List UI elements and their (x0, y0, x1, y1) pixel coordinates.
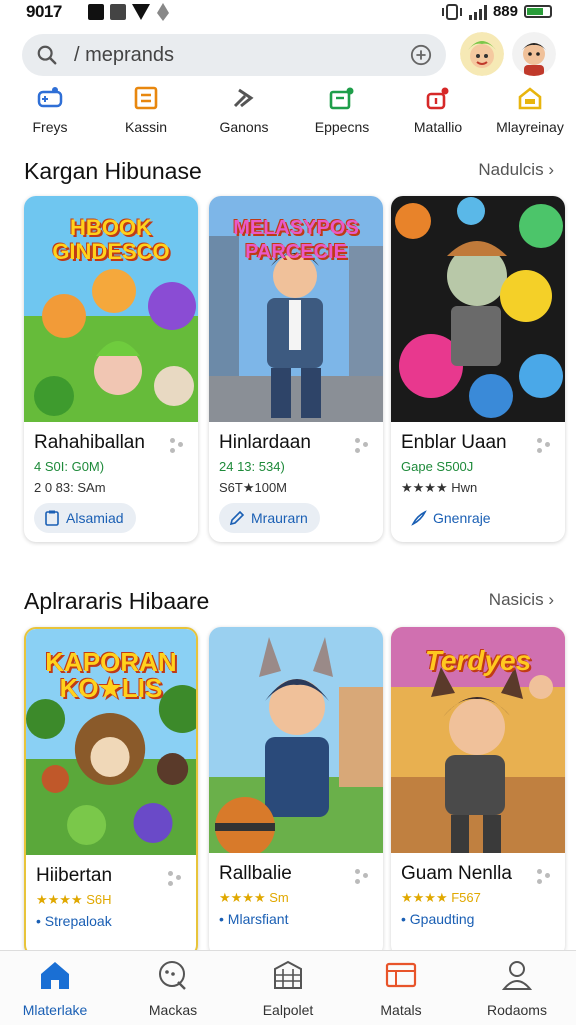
home-icon (518, 87, 542, 110)
game-tag: • Strepaloak (36, 913, 112, 929)
category-item[interactable]: Mlayreinay (482, 86, 576, 135)
wifi-icon (132, 4, 150, 20)
see-more-link[interactable]: Nadulcis › (478, 160, 554, 180)
game-tag: • Mlarsfiant (219, 911, 289, 927)
box-icon (134, 86, 158, 110)
search-input[interactable]: / meprands (74, 44, 174, 67)
more-options-icon[interactable] (168, 871, 182, 887)
battery-icon (524, 5, 552, 18)
game-meta: Gape S500J (401, 459, 474, 474)
section-title: Aplrararis Hibaare (24, 588, 210, 614)
game-meta: 24 13: 534) (219, 459, 285, 474)
search-icon (37, 45, 57, 65)
signal-icon (468, 4, 487, 20)
bottom-navigation: Mlaterlake Mackas Ealpolet Matals Rodaom… (0, 950, 576, 1025)
nav-item-grid[interactable]: Ealpolet (233, 959, 343, 1018)
section-title: Kargan Hibunase (24, 158, 202, 184)
nav-item-chat[interactable]: Mackas (118, 959, 228, 1018)
nav-item-profile[interactable]: Rodaoms (462, 959, 572, 1018)
status-right: 889 (441, 3, 552, 20)
game-banner: MELASYPOS PARCECIE (233, 217, 359, 263)
game-action-button[interactable]: Mraurarn (219, 503, 320, 533)
window-icon (385, 962, 417, 988)
game-card[interactable]: Terdyes Guam Nenlla ★★★★ F567 • Gpaudtin… (391, 627, 565, 957)
grid-icon (274, 960, 302, 989)
game-title: Hiibertan (36, 865, 113, 886)
battery-percent: 889 (492, 3, 518, 20)
location-icon (157, 3, 169, 21)
game-card[interactable]: HBOOK GINDESCO Rahahiballan 4 S0I: G0M) … (24, 196, 198, 542)
more-options-icon[interactable] (355, 438, 369, 454)
game-action-button[interactable]: Alsamiad (34, 503, 136, 533)
arrow-icon (233, 88, 254, 108)
game-title: Guam Nenlla (401, 863, 512, 884)
status-bar: 9017 889 (0, 0, 576, 26)
game-title: Rallbalie (219, 863, 292, 884)
game-title: Rahahiballan (34, 432, 145, 453)
category-item[interactable]: Kassin (98, 86, 194, 135)
more-options-icon[interactable] (170, 438, 184, 454)
more-options-icon[interactable] (537, 438, 551, 454)
profile-avatar[interactable] (512, 32, 556, 76)
profile-icon (501, 961, 533, 990)
more-options-icon[interactable] (355, 869, 369, 885)
feather-icon (411, 510, 427, 526)
game-banner: KAPORAN KO★LIS (45, 647, 177, 703)
qr-icon (110, 4, 126, 20)
game-card[interactable]: MELASYPOS PARCECIE Hinlardaan 24 13: 534… (209, 196, 383, 542)
search-bar[interactable]: / meprands (22, 34, 446, 76)
game-rating: ★★★★ Sm (219, 890, 289, 905)
game-card[interactable]: KAPORAN KO★LIS Hiibertan ★★★★ S6H • Stre… (24, 627, 198, 957)
chevron-right-icon: › (548, 590, 554, 609)
category-item[interactable]: Matallio (390, 86, 486, 135)
gamepad-icon (329, 87, 354, 110)
status-time: 9017 (26, 2, 62, 21)
nav-item-home[interactable]: Mlaterlake (0, 959, 110, 1018)
game-rating: ★★★★ F567 (401, 890, 481, 905)
clipboard-icon (45, 510, 59, 526)
game-title: Enblar Uaan (401, 432, 507, 453)
game-thumbnail (391, 196, 565, 422)
category-item[interactable]: Ganons (196, 86, 292, 135)
avatar[interactable] (460, 32, 504, 76)
game-card[interactable]: Rallbalie ★★★★ Sm • Mlarsfiant (209, 627, 383, 957)
nav-item-window[interactable]: Matals (346, 959, 456, 1018)
game-banner: Terdyes (424, 645, 532, 676)
chat-icon (159, 961, 186, 990)
see-more-link[interactable]: Nasicis › (489, 590, 554, 610)
game-meta-secondary: ★★★★ Hwn (401, 480, 478, 495)
chevron-right-icon: › (548, 160, 554, 179)
game-meta-secondary: 2 0 83: SAm (34, 480, 106, 495)
category-row: Freys Kassin Ganons Eppecns Matallio Mla… (0, 86, 576, 136)
more-options-icon[interactable] (537, 869, 551, 885)
game-rating: ★★★★ S6H (36, 892, 112, 907)
mic-icon[interactable] (410, 44, 432, 66)
category-item[interactable]: Eppecns (294, 86, 390, 135)
game-banner: HBOOK GINDESCO (52, 215, 170, 264)
pencil-icon (229, 510, 245, 526)
game-tag: • Gpaudting (401, 911, 475, 927)
home-icon (41, 962, 69, 989)
game-action-button[interactable]: Gnenraje (401, 503, 503, 533)
controller-icon (37, 87, 63, 108)
game-thumbnail (209, 627, 383, 853)
category-item[interactable]: Freys (2, 86, 98, 135)
notification-icon (88, 4, 104, 20)
game-meta-secondary: S6T★100M (219, 480, 288, 495)
joystick-icon (426, 87, 449, 110)
game-card[interactable]: Enblar Uaan Gape S500J ★★★★ Hwn Gnenraje (391, 196, 565, 542)
game-title: Hinlardaan (219, 432, 311, 453)
notification-icons (88, 3, 170, 21)
game-meta: 4 S0I: G0M) (34, 459, 105, 474)
vibrate-icon (441, 3, 462, 20)
